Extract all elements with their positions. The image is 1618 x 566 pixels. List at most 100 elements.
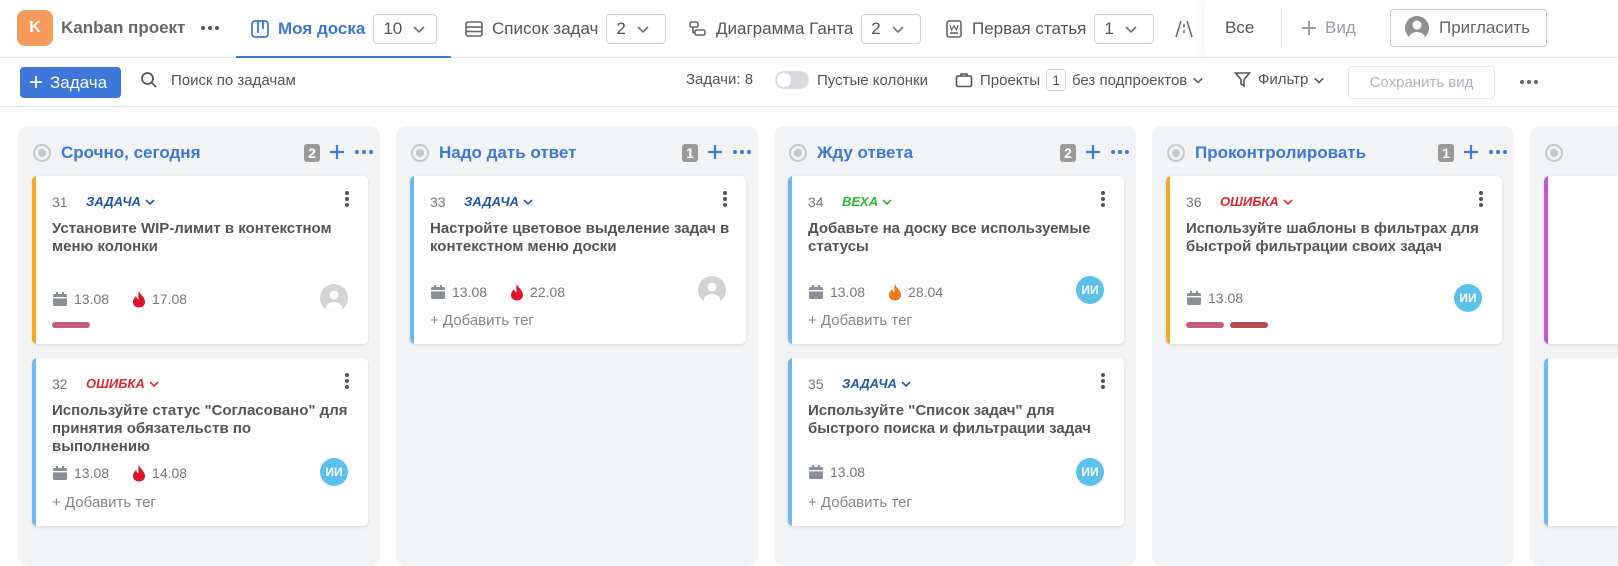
- filter-button[interactable]: Фильтр: [1234, 71, 1325, 88]
- card-meta: 13.08 28.04: [808, 283, 943, 301]
- chevron-down-icon: [1283, 198, 1293, 205]
- card-title[interactable]: Используйте шаблоны в фильтрах для быстр…: [1186, 220, 1486, 256]
- task-card[interactable]: 33 ЗАДАЧА Настройте цветовое выделение з…: [410, 176, 746, 344]
- chevron-down-icon: [637, 26, 649, 34]
- view-count-value: 10: [383, 19, 403, 38]
- project-name[interactable]: Kanban проект: [61, 18, 185, 38]
- add-tag-link[interactable]: + Добавить тег: [808, 312, 912, 329]
- card-type-label: ЗАДАЧА: [842, 376, 897, 391]
- card-color-stripe: [1544, 358, 1548, 526]
- card-type-select[interactable]: ОШИБКА: [1220, 194, 1293, 209]
- card-menu-icon[interactable]: [344, 372, 350, 390]
- empty-columns-toggle[interactable]: Пустые колонки: [775, 71, 928, 89]
- add-card-icon[interactable]: [1083, 142, 1103, 162]
- calendar-icon: [1187, 291, 1201, 305]
- column-title[interactable]: Срочно, сегодня: [61, 143, 201, 163]
- add-tag-link[interactable]: + Добавить тег: [808, 494, 912, 511]
- card-number: 32: [52, 376, 68, 392]
- avatar[interactable]: ИИ: [320, 458, 348, 486]
- tag-chip[interactable]: [1186, 322, 1224, 328]
- card-menu-icon[interactable]: [1478, 190, 1484, 208]
- card-title[interactable]: Используйте "Список задач" для быстрого …: [808, 402, 1108, 438]
- view-tab-label: Моя доска: [278, 19, 366, 38]
- card-menu-icon[interactable]: [1100, 372, 1106, 390]
- column-menu-icon[interactable]: [1487, 143, 1509, 161]
- card-title[interactable]: Используйте статус "Согласовано" для при…: [52, 402, 352, 456]
- column-status-icon[interactable]: [411, 144, 429, 162]
- column-title[interactable]: Жду ответа: [817, 143, 913, 163]
- avatar[interactable]: ИИ: [1454, 284, 1482, 312]
- projects-filter[interactable]: Проекты 1 без подпроектов: [955, 69, 1204, 91]
- add-card-icon[interactable]: [1461, 142, 1481, 162]
- task-card[interactable]: 35 ЗАДАЧА Используйте "Список задач" для…: [788, 358, 1124, 526]
- tag-chip[interactable]: [52, 322, 90, 328]
- toggle-switch[interactable]: [775, 71, 809, 89]
- view-tab-my-board[interactable]: Моя доска 10: [235, 0, 452, 59]
- card-title[interactable]: Установите WIP-лимит в контекстном меню …: [52, 220, 352, 256]
- tag-chip[interactable]: [1230, 322, 1268, 328]
- column-status-icon[interactable]: [1167, 144, 1185, 162]
- task-card[interactable]: 34 ВЕХА Добавьте на доску все используем…: [788, 176, 1124, 344]
- board-column: Жду ответа 2 34 ВЕХА Добавьте на доску в…: [774, 126, 1136, 566]
- view-tab-gantt[interactable]: Диаграмма Ганта 2: [688, 0, 922, 58]
- column-title[interactable]: Надо дать ответ: [439, 143, 576, 163]
- more-icon[interactable]: [1518, 73, 1540, 91]
- project-menu-icon[interactable]: [198, 18, 222, 38]
- task-card-partial[interactable]: [1544, 358, 1618, 526]
- card-tags: [1186, 322, 1274, 328]
- avatar[interactable]: [320, 284, 348, 312]
- view-tab-task-list[interactable]: Список задач 2: [464, 0, 667, 58]
- avatar[interactable]: [698, 276, 726, 304]
- fire-icon: [511, 284, 524, 301]
- add-view-button[interactable]: Вид: [1301, 18, 1356, 38]
- card-due-date: 28.04: [908, 284, 944, 300]
- card-title[interactable]: Настройте цветовое выделение задач в кон…: [430, 220, 730, 256]
- column-status-icon[interactable]: [1545, 144, 1563, 162]
- card-type-select[interactable]: ОШИБКА: [86, 376, 159, 391]
- view-count-select[interactable]: 2: [861, 14, 922, 44]
- chevron-down-icon: [149, 380, 159, 387]
- card-menu-icon[interactable]: [722, 190, 728, 208]
- column-status-icon[interactable]: [33, 144, 51, 162]
- avatar[interactable]: ИИ: [1076, 458, 1104, 486]
- all-views-button[interactable]: Все: [1225, 18, 1254, 38]
- avatar[interactable]: ИИ: [1076, 276, 1104, 304]
- add-tag-link[interactable]: + Добавить тег: [52, 494, 156, 511]
- kanban-board-icon: [250, 19, 270, 39]
- save-view-button[interactable]: Сохранить вид: [1348, 66, 1495, 99]
- task-card[interactable]: 36 ОШИБКА Используйте шаблоны в фильтрах…: [1166, 176, 1502, 344]
- card-menu-icon[interactable]: [1100, 190, 1106, 208]
- view-tab-first-article[interactable]: Первая статья 1: [944, 0, 1155, 58]
- invite-button[interactable]: Пригласить: [1390, 9, 1547, 47]
- project-logo[interactable]: K: [17, 10, 53, 46]
- card-type-select[interactable]: ЗАДАЧА: [86, 194, 155, 209]
- column-menu-icon[interactable]: [1109, 143, 1131, 161]
- search-input[interactable]: Поиск по задачам: [140, 71, 296, 89]
- card-type-label: ЗАДАЧА: [464, 194, 519, 209]
- card-title[interactable]: Добавьте на доску все используемые стату…: [808, 220, 1108, 256]
- add-card-icon[interactable]: [705, 142, 725, 162]
- chevron-down-icon: [1193, 77, 1204, 84]
- task-card-partial[interactable]: [1544, 176, 1618, 344]
- card-type-select[interactable]: ЗАДАЧА: [842, 376, 911, 391]
- task-card[interactable]: 31 ЗАДАЧА Установите WIP-лимит в контекс…: [32, 176, 368, 344]
- view-count-select[interactable]: 2: [606, 14, 667, 44]
- chevron-down-icon: [901, 380, 911, 387]
- column-menu-icon[interactable]: [353, 143, 375, 161]
- column-title[interactable]: Проконтролировать: [1195, 143, 1366, 163]
- card-menu-icon[interactable]: [344, 190, 350, 208]
- card-number: 33: [430, 194, 446, 210]
- view-count-value: 2: [616, 19, 626, 38]
- view-count-select[interactable]: 10: [373, 14, 438, 44]
- card-type-select[interactable]: ВЕХА: [842, 194, 892, 209]
- add-card-icon[interactable]: [327, 142, 347, 162]
- column-status-icon[interactable]: [789, 144, 807, 162]
- column-menu-icon[interactable]: [731, 143, 753, 161]
- add-tag-link[interactable]: + Добавить тег: [430, 312, 534, 329]
- card-type-select[interactable]: ЗАДАЧА: [464, 194, 533, 209]
- add-task-button[interactable]: + Задача: [20, 67, 121, 98]
- view-count-select[interactable]: 1: [1094, 14, 1155, 44]
- task-card[interactable]: 32 ОШИБКА Используйте статус "Согласован…: [32, 358, 368, 526]
- road-view-icon[interactable]: [1174, 19, 1196, 39]
- view-count-value: 2: [871, 19, 881, 38]
